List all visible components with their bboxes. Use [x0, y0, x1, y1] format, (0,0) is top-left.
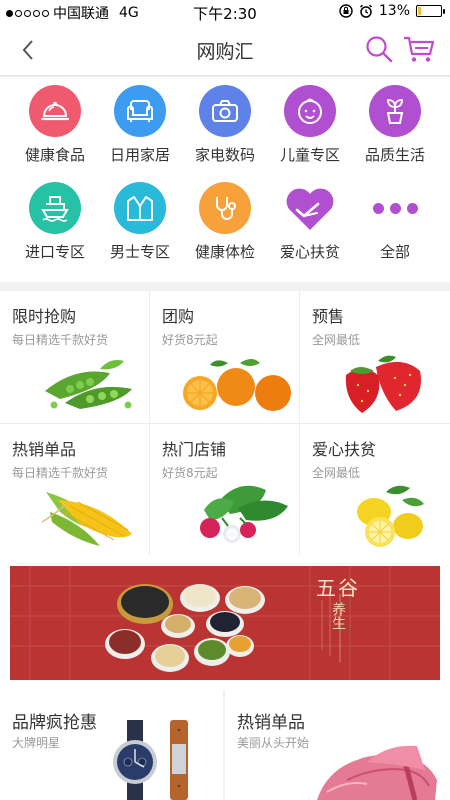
- camera-icon: [199, 85, 251, 137]
- corn-image: [41, 492, 132, 546]
- lemons-image: [357, 485, 424, 547]
- promo-banner[interactable]: 五谷 养生: [10, 566, 440, 680]
- category-label: 家电数码: [194, 146, 255, 164]
- more-dots-icon: [350, 182, 440, 234]
- promo-grid: 限时抢购 每日精选千款好货 团购 好货8元起 预售 全网最低 热销单品 每日精选…: [0, 291, 450, 556]
- status-bar: 中国联通 4G 下午2:30 13%: [0, 0, 450, 24]
- stethoscope-icon: [199, 182, 251, 234]
- category-health-food[interactable]: 健康食品: [10, 77, 100, 172]
- promo-presale[interactable]: 预售 全网最低: [300, 291, 450, 423]
- promo-hot-items[interactable]: 热销单品 每日精选千款好货: [0, 424, 149, 556]
- oranges-image: [183, 359, 291, 411]
- category-home[interactable]: 日用家居: [95, 77, 185, 172]
- banner-heading: 五谷: [316, 576, 360, 600]
- category-label: 品质生活: [364, 146, 425, 164]
- category-grid: 健康食品 日用家居 家电数码 儿童专区 品质生活 进口专区 男士专区 健康体检 …: [0, 77, 450, 282]
- promo-subtitle: 好货8元起: [162, 466, 218, 480]
- high-heels-image: [317, 745, 437, 800]
- category-label: 健康食品: [24, 146, 85, 164]
- strawberries-image: [345, 355, 421, 413]
- back-button[interactable]: [16, 36, 42, 64]
- promo-title: 爱心扶贫: [312, 440, 377, 459]
- alarm-icon: [359, 4, 372, 18]
- promo-subtitle: 每日精选千款好货: [12, 466, 109, 480]
- plant-icon: [369, 85, 421, 137]
- promo-flash-sale[interactable]: 限时抢购 每日精选千款好货: [0, 291, 149, 423]
- promo-title: 团购: [162, 307, 195, 326]
- card-brand-deals[interactable]: 品牌疯抢惠 大牌明星: [0, 690, 223, 800]
- shopping-cart-icon: [404, 36, 435, 62]
- category-label: 日用家居: [109, 146, 170, 164]
- radish-image: [200, 485, 288, 543]
- search-icon: [366, 36, 393, 63]
- card-title: 热销单品: [237, 713, 305, 733]
- category-men[interactable]: 男士专区: [95, 174, 185, 269]
- category-label: 进口专区: [24, 243, 85, 261]
- category-quality-life[interactable]: 品质生活: [350, 77, 440, 172]
- card-title: 品牌疯抢惠: [12, 713, 97, 733]
- category-label: 爱心扶贫: [279, 243, 340, 261]
- status-right: 13%: [339, 3, 445, 19]
- banner-section: 五谷 养生: [0, 556, 450, 690]
- bottom-cards: 品牌疯抢惠 大牌明星 热销单品 美丽从头开始: [0, 690, 450, 800]
- battery-percent: 13%: [378, 3, 410, 19]
- banner-subheading: 养生: [330, 602, 346, 630]
- grains-bowls-image: [10, 566, 440, 680]
- category-charity[interactable]: 爱心扶贫: [265, 174, 355, 269]
- promo-title: 限时抢购: [12, 307, 77, 326]
- promo-subtitle: 全网最低: [312, 333, 361, 347]
- baby-face-icon: [284, 85, 336, 137]
- card-hot-items[interactable]: 热销单品 美丽从头开始: [225, 690, 450, 800]
- category-all[interactable]: 全部: [350, 174, 440, 269]
- category-imports[interactable]: 进口专区: [10, 174, 100, 269]
- cart-button[interactable]: [402, 34, 436, 64]
- cloche-icon: [29, 85, 81, 137]
- promo-subtitle: 每日精选千款好货: [12, 333, 109, 347]
- category-label: 全部: [379, 243, 410, 261]
- rotation-lock-icon: [339, 4, 353, 18]
- category-label: 男士专区: [109, 243, 170, 261]
- category-health-check[interactable]: 健康体检: [180, 174, 270, 269]
- chevron-left-icon: [22, 40, 33, 60]
- promo-title: 热销单品: [12, 440, 77, 459]
- promo-subtitle: 好货8元起: [162, 333, 218, 347]
- suit-icon: [114, 182, 166, 234]
- watches-image: [113, 720, 188, 800]
- category-label: 儿童专区: [279, 146, 340, 164]
- promo-group-buy[interactable]: 团购 好货8元起: [150, 291, 299, 423]
- category-kids[interactable]: 儿童专区: [265, 77, 355, 172]
- card-subtitle: 美丽从头开始: [237, 736, 310, 750]
- sofa-icon: [114, 85, 166, 137]
- heart-hand-icon: [282, 180, 338, 236]
- promo-hot-stores[interactable]: 热门店铺 好货8元起: [150, 424, 299, 556]
- promo-subtitle: 全网最低: [312, 466, 361, 480]
- category-label: 健康体检: [194, 243, 255, 261]
- promo-title: 预售: [312, 307, 345, 326]
- promo-charity[interactable]: 爱心扶贫 全网最低: [300, 424, 450, 556]
- search-button[interactable]: [364, 34, 394, 64]
- peas-image: [45, 360, 132, 409]
- nav-bar: 网购汇: [0, 24, 450, 76]
- battery-icon: [416, 5, 445, 17]
- ship-icon: [29, 182, 81, 234]
- category-electronics[interactable]: 家电数码: [180, 77, 270, 172]
- promo-title: 热门店铺: [162, 440, 227, 459]
- card-subtitle: 大牌明星: [12, 736, 61, 750]
